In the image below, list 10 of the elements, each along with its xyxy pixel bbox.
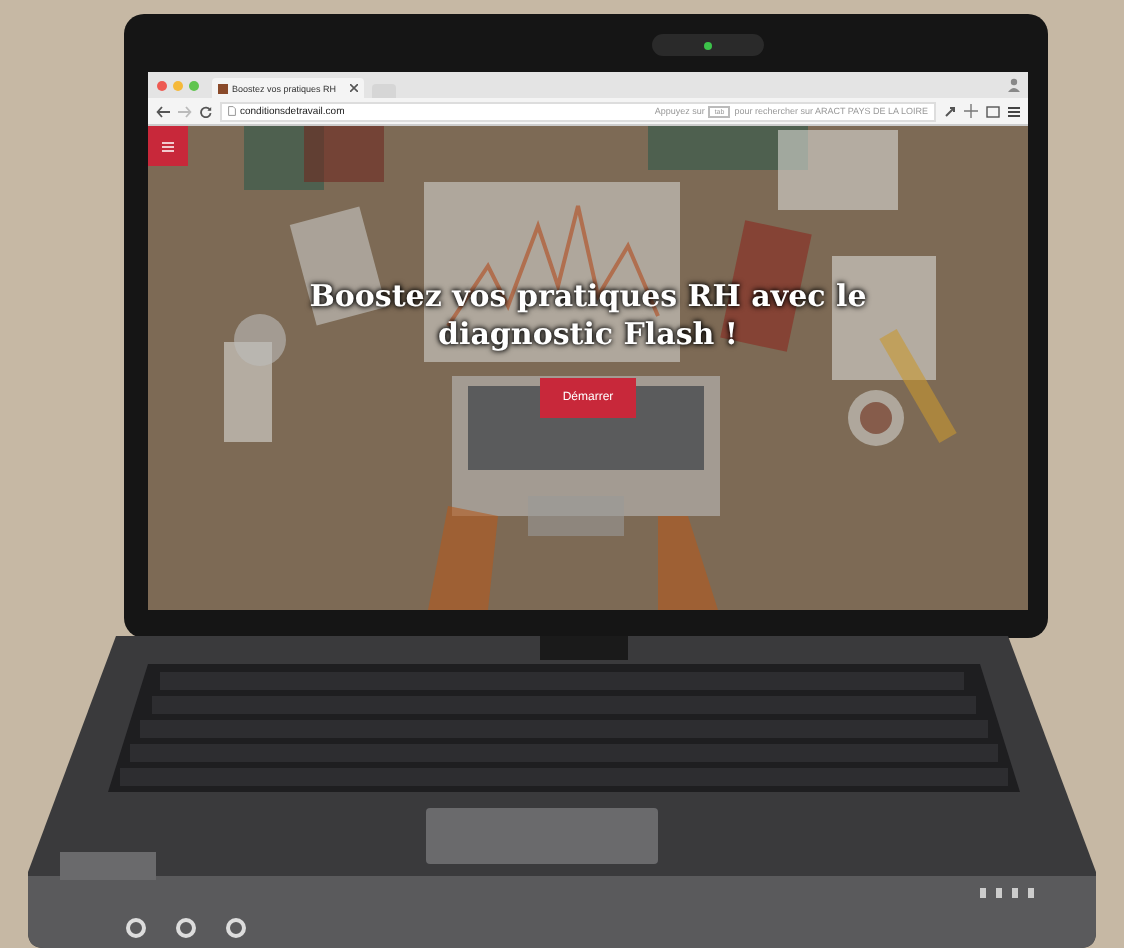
page-icon <box>228 106 236 116</box>
menu-button[interactable] <box>148 126 188 166</box>
camera-icon <box>652 34 764 56</box>
close-icon[interactable] <box>350 84 358 92</box>
window-controls-icon[interactable] <box>156 79 204 91</box>
back-icon[interactable] <box>156 105 170 117</box>
reload-icon[interactable] <box>200 105 212 117</box>
menu-icon <box>162 141 174 151</box>
user-icon[interactable] <box>1008 78 1020 92</box>
menu-icon[interactable] <box>1008 105 1020 117</box>
